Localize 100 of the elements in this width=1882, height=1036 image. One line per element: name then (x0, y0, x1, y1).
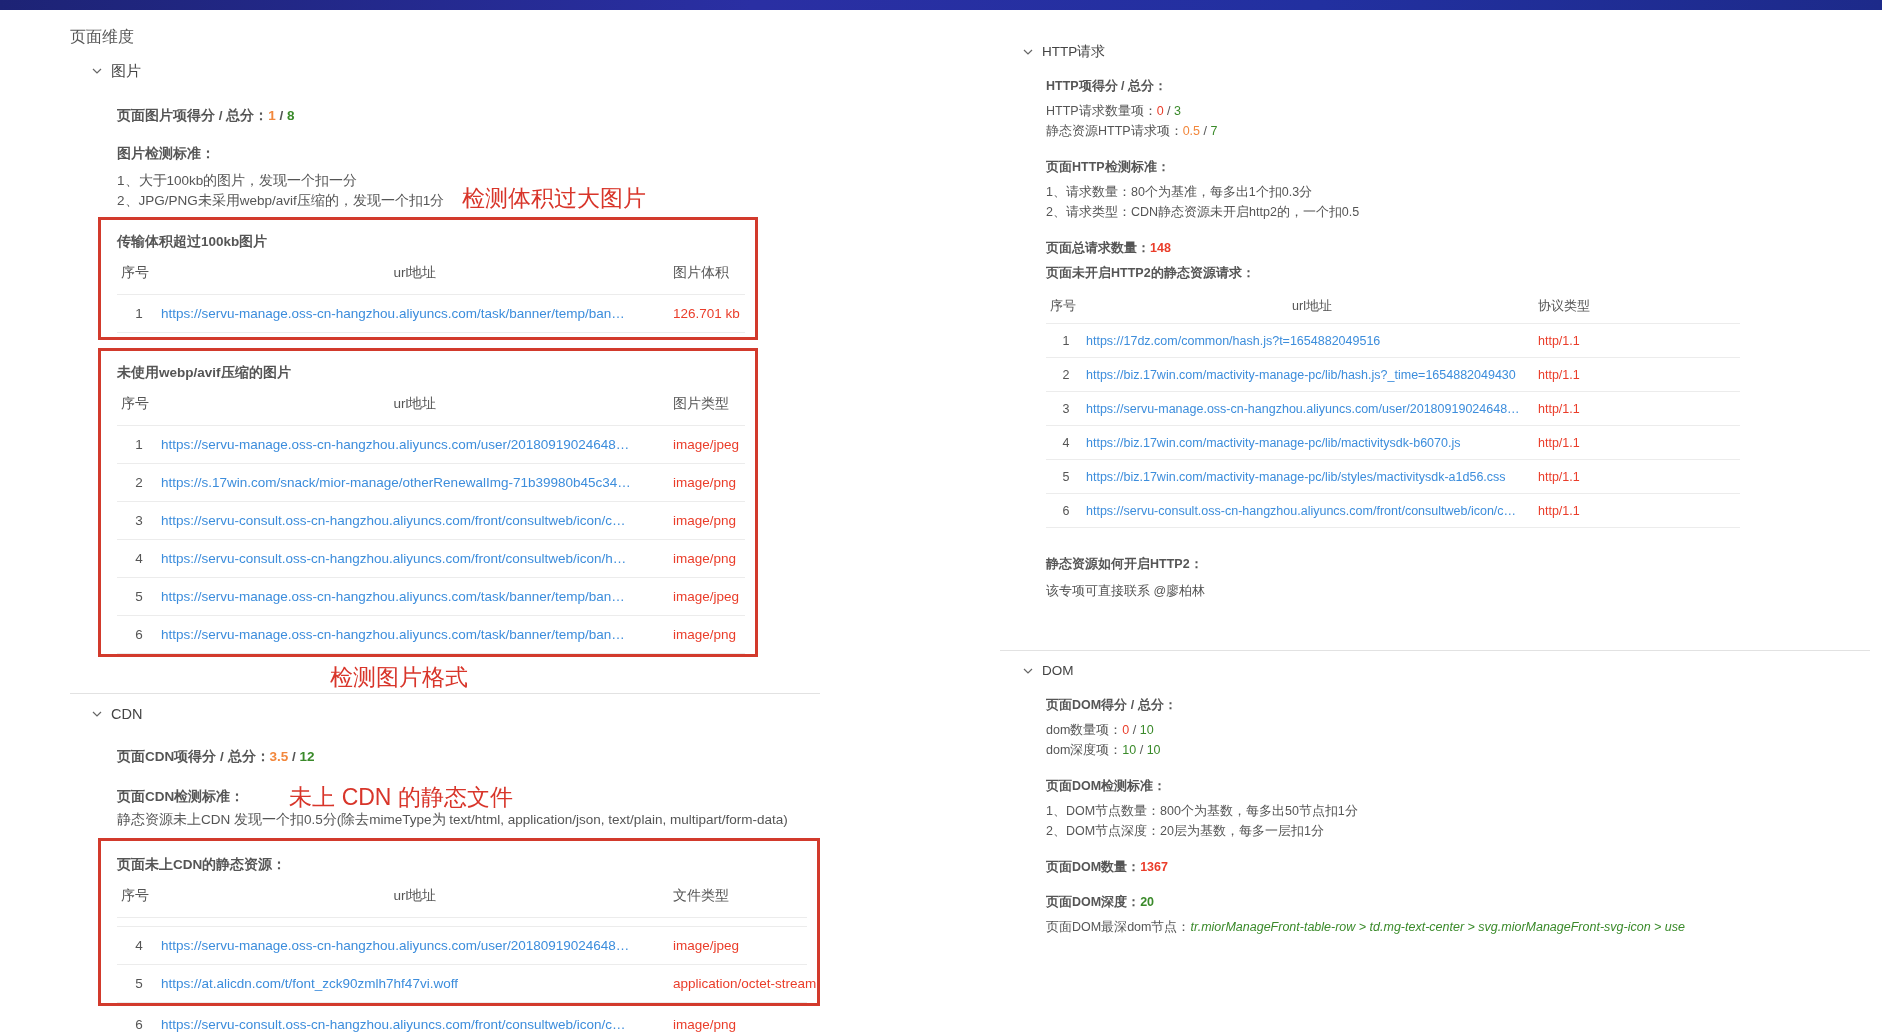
chevron-icon (92, 68, 102, 74)
url-link[interactable]: https://biz.17win.com/mactivity-manage-pc/lib/hash.js?_time=1654882049430 (1086, 367, 1516, 382)
column-header: 序号 (120, 395, 150, 413)
table-cell-text: image/png (672, 627, 738, 642)
criteria-title: 页面DOM检测标准： (1046, 778, 1168, 795)
row-index: 5 (134, 589, 144, 604)
url-link[interactable]: https://servu-manage.oss-cn-hangzhou.aliyuncs.com/user/20180919024648… (161, 938, 630, 953)
chevron-icon (1023, 49, 1033, 55)
table-cell-text: http/1.1 (1538, 333, 1581, 348)
score-text: HTTP请求数量项：0 / 3 (1046, 103, 1182, 120)
table-title: 页面未开启HTTP2的静态资源请求： (1046, 265, 1256, 282)
table-title: 传输体积超过100kb图片 (117, 233, 269, 251)
score-text: 静态资源HTTP请求项：0.5 / 7 (1046, 123, 1219, 140)
row-index: 3 (134, 513, 144, 528)
url-link[interactable]: https://servu-manage.oss-cn-hangzhou.aliyuncs.com/task/banner/temp/ban… (161, 589, 625, 604)
chevron-icon (1023, 668, 1033, 674)
url-link[interactable]: https://at.alicdn.com/t/font_zck90zmlh7hf47vi.woff (161, 976, 458, 991)
count-text: 页面DOM数量：1367 (1046, 859, 1169, 876)
criteria-text: 2、DOM节点深度：20层为基数，每多一层扣1分 (1046, 823, 1325, 840)
annotation-text: 检测体积过大图片 (462, 185, 647, 211)
table-cell-text: image/jpeg (672, 938, 741, 953)
section-subtitle: 静态资源如何开启HTTP2： (1046, 556, 1204, 573)
annotation-text: 未上 CDN 的静态文件 (289, 784, 513, 810)
criteria-title: 页面HTTP检测标准： (1046, 159, 1171, 176)
table-title: 页面未上CDN的静态资源： (117, 856, 288, 874)
row-index: 6 (134, 1017, 144, 1032)
criteria-text: 1、DOM节点数量：800个为基数，每多出50节点扣1分 (1046, 803, 1359, 820)
row-index: 1 (134, 437, 144, 452)
row-index: 4 (134, 551, 144, 566)
table-cell-text: image/png (672, 475, 738, 490)
column-header: url地址 (1291, 298, 1333, 315)
table-cell-text: http/1.1 (1538, 401, 1581, 416)
deepest-node-text: 页面DOM最深dom节点：tr.miorManageFront-table-row > td.mg-text-center > svg.miorManageFront-svg-icon > use (1046, 919, 1686, 936)
column-header: 图片类型 (672, 395, 730, 413)
table-title: 未使用webp/avif压缩的图片 (117, 364, 292, 382)
collapse-header[interactable]: 图片 (70, 59, 141, 83)
column-header: 图片体积 (672, 264, 730, 282)
collapse-header[interactable]: DOM (1000, 659, 1074, 683)
table-cell-text: image/png (672, 551, 738, 566)
url-link[interactable]: https://servu-manage.oss-cn-hangzhou.aliyuncs.com/task/banner/temp/ban… (161, 627, 625, 642)
criteria-text: 1、请求数量：80个为基准，每多出1个扣0.3分 (1046, 184, 1314, 201)
url-link[interactable]: https://s.17win.com/snack/mior-manage/otherRenewalImg-71b39980b45c34… (161, 475, 631, 490)
url-link[interactable]: https://servu-consult.oss-cn-hangzhou.aliyuncs.com/front/consultweb/icon/h… (161, 551, 627, 566)
criteria-text: 2、JPG/PNG未采用webp/avif压缩的，发现一个扣1分 (117, 192, 445, 210)
column-header: url地址 (392, 395, 438, 413)
depth-text: 页面DOM深度：20 (1046, 894, 1156, 911)
table-cell-text: image/png (672, 513, 738, 528)
row-index: 5 (1061, 469, 1071, 484)
table-cell-text: image/jpeg (672, 437, 741, 452)
url-link[interactable]: https://biz.17win.com/mactivity-manage-pc/lib/styles/mactivitysdk-a1d56.css (1086, 469, 1506, 484)
table-cell-text: image/png (672, 1017, 738, 1032)
url-link[interactable]: https://servu-manage.oss-cn-hangzhou.aliyuncs.com/task/banner/temp/ban… (161, 306, 625, 321)
table-cell-text: http/1.1 (1538, 503, 1581, 518)
collapse-header[interactable]: HTTP请求 (1000, 40, 1106, 64)
criteria-title: 页面CDN检测标准： (117, 788, 245, 806)
score-text: 页面图片项得分 / 总分：1 / 8 (117, 107, 296, 125)
url-link[interactable]: https://biz.17win.com/mactivity-manage-pc/lib/mactivitysdk-b6070.js (1086, 435, 1461, 450)
url-link[interactable]: https://17dz.com/common/hash.js?t=1654882049516 (1086, 333, 1381, 348)
column-header: 序号 (1049, 298, 1077, 315)
criteria-text: 静态资源未上CDN 发现一个扣0.5分(除去mimeType为 text/html, application/json, text/plain, multipart/form-data) (117, 811, 789, 829)
row-index: 4 (1061, 435, 1071, 450)
url-link[interactable]: https://servu-manage.oss-cn-hangzhou.aliyuncs.com/user/20180919024648… (161, 437, 630, 452)
url-link[interactable]: https://servu-consult.oss-cn-hangzhou.aliyuncs.com/front/consultweb/icon/c… (161, 513, 626, 528)
table-cell-text: http/1.1 (1538, 435, 1581, 450)
collapse-header[interactable]: CDN (70, 702, 143, 726)
row-index: 2 (1061, 367, 1071, 382)
score-text: dom深度项：10 / 10 (1046, 742, 1162, 759)
criteria-text: 1、大于100kb的图片，发现一个扣一分 (117, 172, 358, 190)
score-text: 页面CDN项得分 / 总分：3.5 / 12 (117, 748, 316, 766)
score-text: dom数量项：0 / 10 (1046, 722, 1155, 739)
contact-text: 该专项可直接联系 @廖柏林 (1046, 583, 1207, 600)
table-cell-text: image/jpeg (672, 589, 741, 604)
url-link[interactable]: https://servu-consult.oss-cn-hangzhou.aliyuncs.com/front/consultweb/icon/c… (1086, 503, 1517, 518)
section-title: 页面维度 (70, 27, 135, 47)
url-link[interactable]: https://servu-manage.oss-cn-hangzhou.aliyuncs.com/user/20180919024648… (1086, 401, 1520, 416)
table-cell-text: 126.701 kb (672, 306, 741, 321)
row-index: 1 (134, 306, 144, 321)
column-header: 序号 (120, 264, 150, 282)
table-cell-text: http/1.1 (1538, 367, 1581, 382)
row-index: 6 (1061, 503, 1071, 518)
table-cell-text: http/1.1 (1538, 469, 1581, 484)
row-index: 1 (1061, 333, 1071, 348)
column-header: url地址 (392, 264, 438, 282)
chevron-icon (92, 711, 102, 717)
row-index: 2 (134, 475, 144, 490)
score-title: 页面DOM得分 / 总分： (1046, 697, 1178, 714)
total-text: 页面总请求数量：148 (1046, 240, 1172, 257)
criteria-title: 图片检测标准： (117, 145, 216, 163)
url-link[interactable]: https://servu-consult.oss-cn-hangzhou.aliyuncs.com/front/consultweb/icon/c… (161, 1017, 626, 1032)
table-cell-text: application/octet-stream (672, 976, 817, 991)
row-index: 4 (134, 938, 144, 953)
criteria-text: 2、请求类型：CDN静态资源未开启http2的，一个扣0.5 (1046, 204, 1361, 221)
column-header: 序号 (120, 887, 150, 905)
column-header: 协议类型 (1538, 298, 1591, 315)
row-index: 3 (1061, 401, 1071, 416)
column-header: url地址 (392, 887, 438, 905)
column-header: 文件类型 (672, 887, 730, 905)
score-title: HTTP项得分 / 总分： (1046, 78, 1169, 95)
annotation-text: 检测图片格式 (330, 663, 469, 691)
row-index: 6 (134, 627, 144, 642)
